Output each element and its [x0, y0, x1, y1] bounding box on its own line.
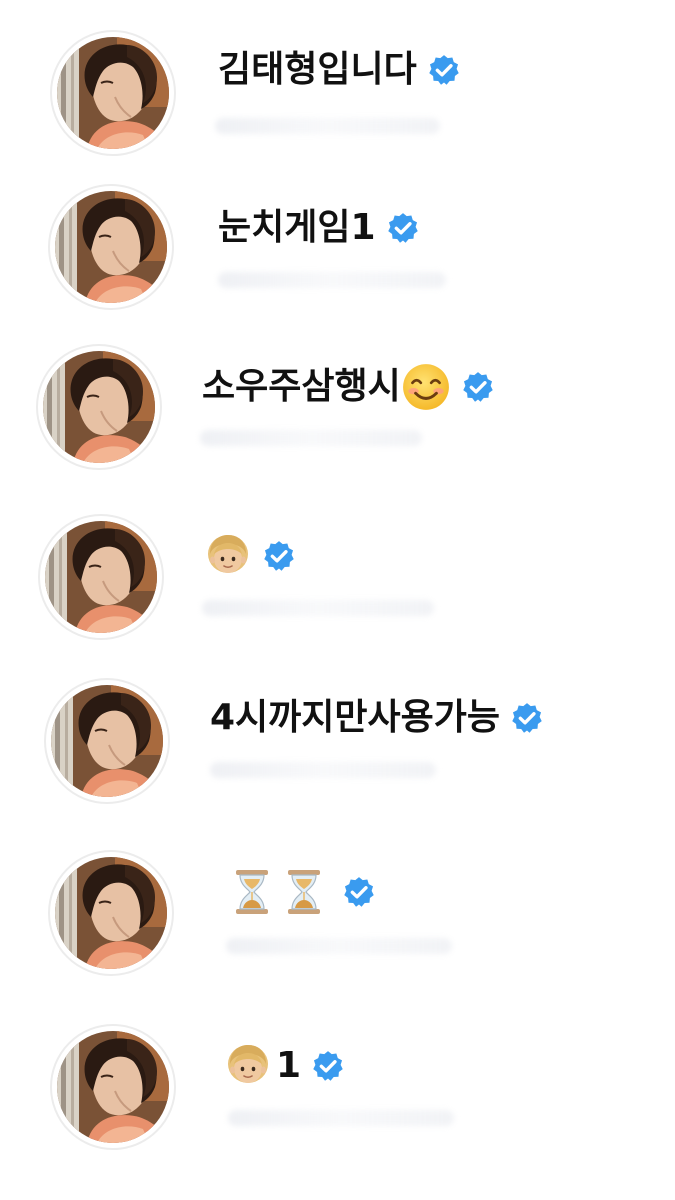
blurred-subtitle: [215, 118, 440, 134]
account-name-text: 1: [276, 1045, 302, 1086]
avatar[interactable]: [50, 30, 176, 156]
account-name[interactable]: 소우주삼행시: [202, 362, 495, 412]
blurred-subtitle: [200, 430, 422, 446]
account-name[interactable]: 4시까지만사용가능: [210, 700, 544, 736]
account-name[interactable]: 눈치게임1: [218, 210, 420, 246]
verified-badge-icon: [262, 539, 296, 573]
verified-badge-icon: [311, 1049, 345, 1083]
person-blond-hair-icon: [224, 1042, 272, 1090]
account-name-text: 김태형입니다: [218, 49, 417, 90]
avatar[interactable]: [44, 678, 170, 804]
account-row[interactable]: [0, 512, 675, 662]
account-row[interactable]: 4시까지만사용가능: [0, 674, 675, 824]
account-name-text: 4시까지만사용가능: [210, 697, 501, 738]
verified-badge-icon: [342, 875, 376, 909]
blurred-subtitle: [210, 762, 436, 778]
blurred-subtitle: [218, 272, 446, 288]
account-row[interactable]: 1: [0, 1020, 675, 1170]
account-name[interactable]: 김태형입니다: [218, 52, 461, 88]
person-blond-hair-icon: [204, 532, 252, 580]
account-row[interactable]: 김태형입니다: [0, 22, 675, 172]
avatar[interactable]: [48, 850, 174, 976]
account-name[interactable]: 1: [224, 1042, 345, 1090]
blurred-subtitle: [226, 938, 452, 954]
verified-badge-icon: [427, 53, 461, 87]
avatar[interactable]: [36, 344, 162, 470]
hourglass-icon: [232, 868, 272, 916]
verified-badge-icon: [510, 701, 544, 735]
account-name-text: 소우주삼행시: [202, 366, 401, 407]
blurred-subtitle: [228, 1110, 454, 1126]
account-name-text: 눈치게임1: [218, 207, 376, 248]
account-row[interactable]: 눈치게임1: [0, 180, 675, 330]
blurred-subtitle: [202, 600, 434, 616]
avatar[interactable]: [48, 184, 174, 310]
smiling-face-icon: [401, 362, 451, 412]
verified-badge-icon: [386, 211, 420, 245]
avatar[interactable]: [38, 514, 164, 640]
avatar[interactable]: [50, 1024, 176, 1150]
account-name[interactable]: [204, 532, 296, 580]
account-row[interactable]: 소우주삼행시: [0, 344, 675, 494]
verified-accounts-list: 김태형입니다 눈치게임1 소우주삼행시 4시까지만사용가능 1: [0, 0, 675, 1200]
account-name[interactable]: [232, 868, 376, 916]
hourglass-icon: [284, 868, 324, 916]
verified-badge-icon: [461, 370, 495, 404]
account-row[interactable]: [0, 848, 675, 998]
